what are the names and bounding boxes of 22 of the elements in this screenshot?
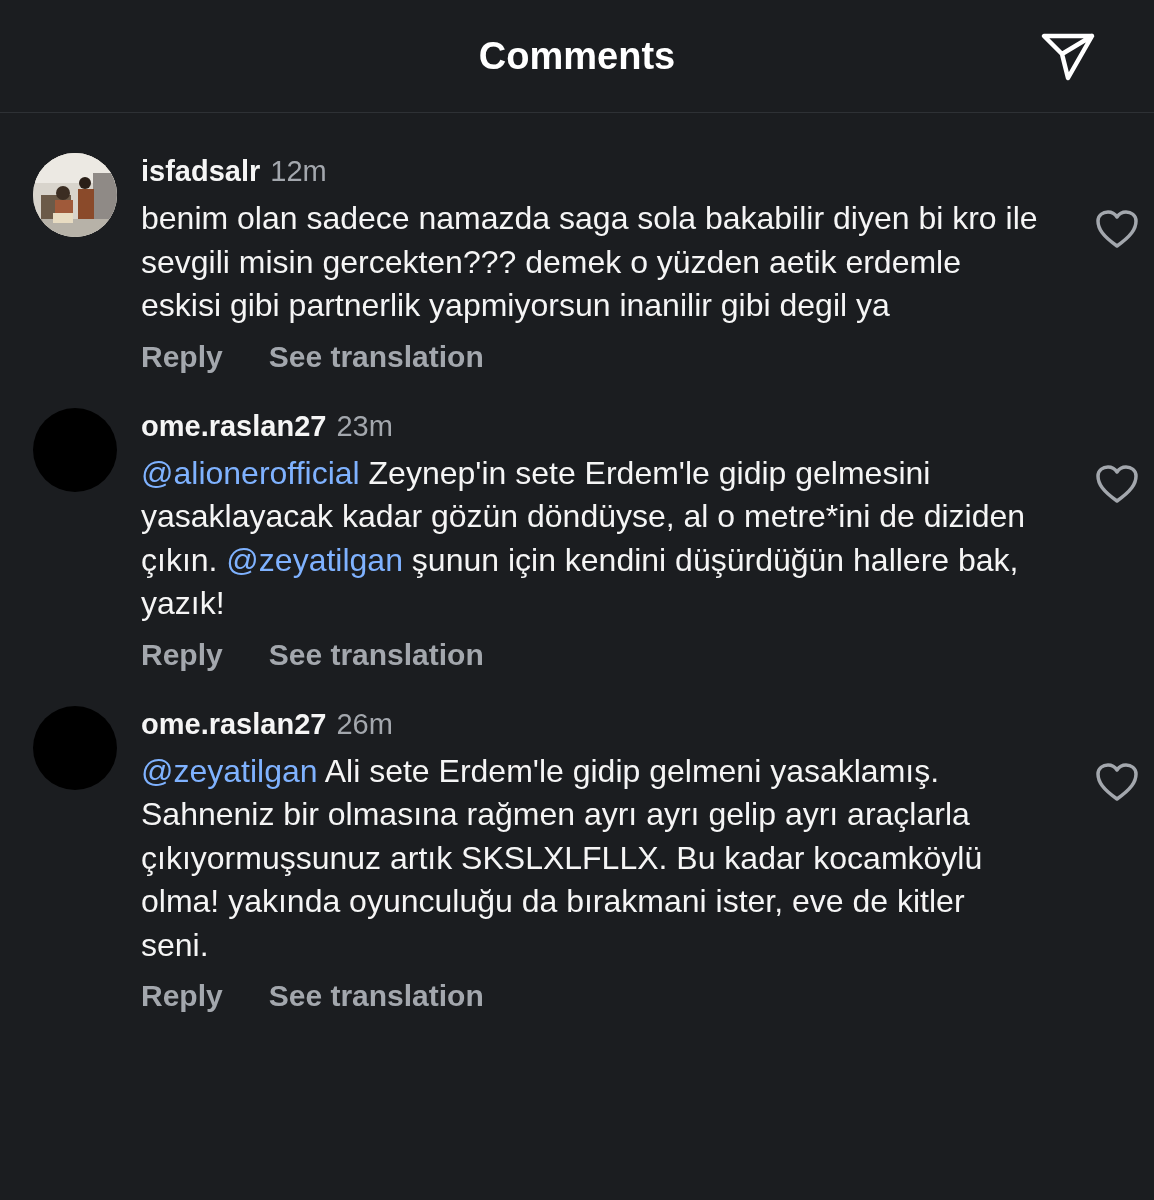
see-translation-button[interactable]: See translation <box>268 979 484 1013</box>
mention-link[interactable]: @zeyatilgan <box>141 752 318 789</box>
comment-text: @zeyatilgan Ali sete Erdem'le gidip gelmeni yasaklamış. Sahneniz bir olmasına rağmen ayrı ayrı gelip ayrı araçlarla çıkıyormuşsunuz artık SKSLXLFLLX. Bu kadar kocamköylü olma! yakında oyunculuğu da bırakmani ister, eve de kitler seni. <box>141 751 984 965</box>
username[interactable]: ome.raslan27 <box>141 705 327 742</box>
mention-link[interactable]: @zeyatilgan <box>226 541 403 578</box>
see-translation-button[interactable]: See translation <box>268 339 484 374</box>
comment-time: 23m <box>336 408 393 444</box>
heart-icon[interactable] <box>1095 209 1139 249</box>
header-title: Comments <box>478 34 676 78</box>
comment-text: @alionerofficial Zeynep'in sete Erdem'le gidip gelmesini yasaklayacak kadar gözün döndüyse, al o metre*ini de diziden çıkın. @zeyatilgan şunun için kendini düşürdüğün hallere bak, yazık! <box>141 453 1027 623</box>
see-translation-button[interactable]: See translation <box>268 637 484 672</box>
reply-button[interactable]: Reply <box>141 339 223 374</box>
comment-time: 12m <box>270 154 327 189</box>
comment-time: 26m <box>336 706 393 742</box>
reply-button[interactable]: Reply <box>141 979 223 1013</box>
comment-text: benim olan sadece namazda saga sola bakabilir diyen bi kro ile sevgili misin gercekten??? demek o yüzden aetik erdemle eskisi gibi partnerlik yapmiyorsun inanilir gibi degil ya <box>141 199 1039 325</box>
mention-link[interactable]: @alionerofficial <box>141 454 360 491</box>
username[interactable]: isfadsalr <box>141 153 261 189</box>
heart-icon[interactable] <box>1095 463 1139 504</box>
reply-button[interactable]: Reply <box>141 637 223 672</box>
heart-icon[interactable] <box>1095 761 1139 802</box>
username[interactable]: ome.raslan27 <box>141 407 327 444</box>
